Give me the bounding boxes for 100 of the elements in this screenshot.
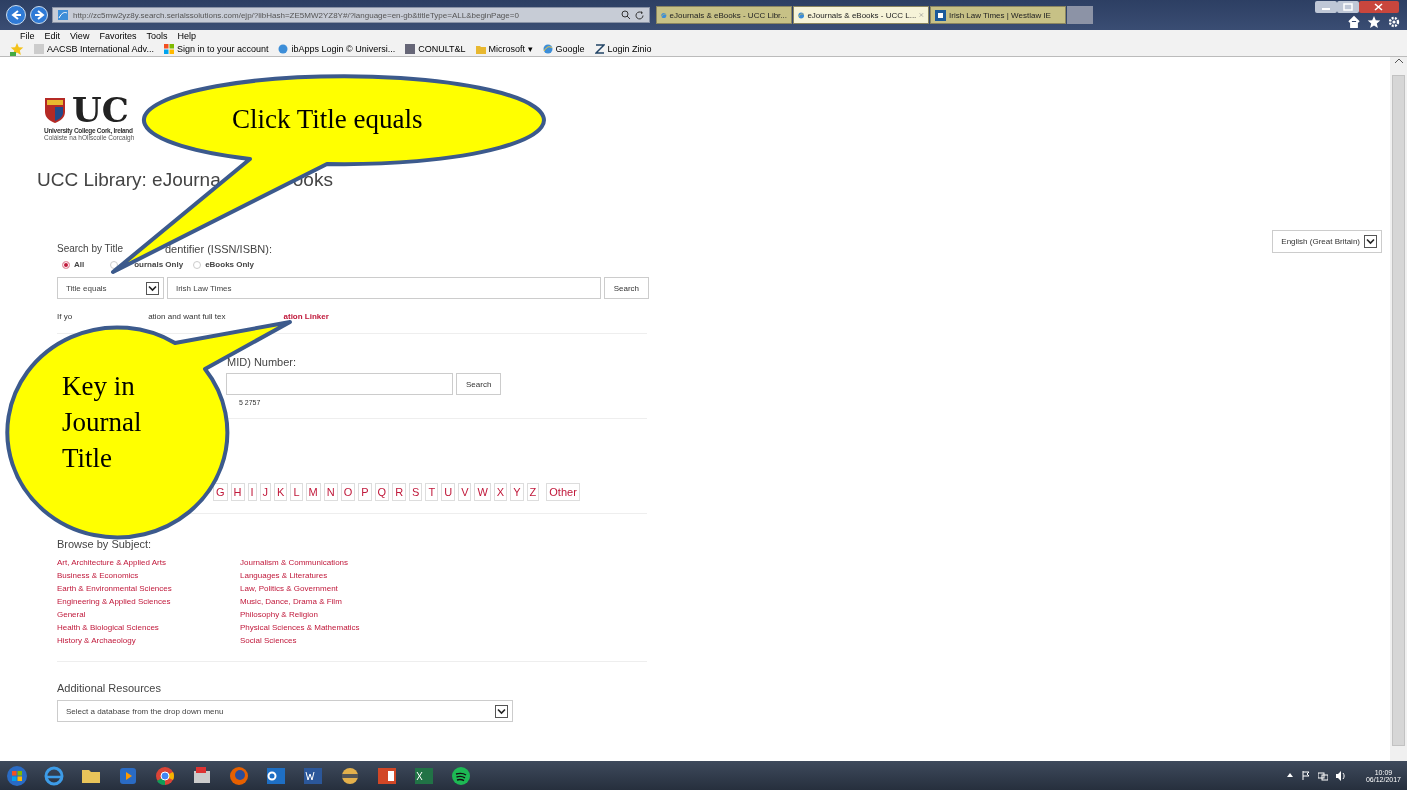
z-letter-icon (594, 44, 605, 54)
radio-option[interactable]: eBooks Only (193, 260, 255, 269)
help-text: ation and want full tex (148, 312, 226, 321)
spotify-icon[interactable] (450, 764, 472, 787)
scroll-up-icon[interactable] (1393, 57, 1404, 65)
favorites-link[interactable]: Sign in to your account (163, 44, 269, 54)
subject-link[interactable]: Health & Biological Sciences (57, 621, 183, 634)
subject-link[interactable]: Law, Politics & Government (240, 582, 440, 595)
letter-link[interactable]: X (493, 483, 508, 501)
letter-link[interactable]: Q (374, 483, 390, 501)
chrome-icon[interactable] (154, 764, 176, 787)
star-icon[interactable] (1367, 15, 1381, 29)
address-text: http://zc5mw2yz8y.search.serialssolutions.com/ejp/?libHash=ZE5MW2YZ8Y#/?language=en-gb&titleType=ALL&beginPage=0 (73, 10, 519, 20)
close-window-icon[interactable] (1359, 1, 1399, 13)
firefox-icon[interactable] (228, 764, 250, 787)
page-icon (34, 44, 44, 54)
menu-item[interactable]: Favorites (99, 31, 137, 41)
dropdown-arrow-icon[interactable] (1364, 235, 1377, 248)
letter-link[interactable]: K (274, 483, 288, 501)
radio-button[interactable] (193, 260, 202, 269)
favorites-link[interactable]: Login Zinio (594, 44, 652, 54)
speaker-icon[interactable] (1335, 770, 1345, 781)
subject-link[interactable]: Earth & Environmental Sciences (57, 582, 183, 595)
start-button[interactable] (6, 764, 28, 787)
section-heading: Browse by Subject: (57, 538, 153, 550)
network-icon[interactable] (1317, 770, 1328, 781)
search-type-select[interactable]: Title equals (57, 277, 164, 299)
subject-link[interactable]: Languages & Literatures (240, 569, 440, 582)
letter-link[interactable]: L (290, 483, 303, 501)
browser-icon[interactable] (43, 764, 65, 787)
letter-link[interactable]: Y (510, 483, 524, 501)
menu-item[interactable]: View (70, 31, 90, 41)
browser-tab[interactable]: eJournals & eBooks - UCC Libr... (656, 6, 792, 24)
address-bar[interactable]: http://zc5mw2yz8y.search.serialssolutions.com/ejp/?libHash=ZE5MW2YZ8Y#/?language=en-gb&titleType=ALL&beginPage=0 (52, 7, 650, 23)
letter-link[interactable]: I (247, 483, 257, 501)
menu-item[interactable]: Tools (146, 31, 168, 41)
browser-tab[interactable]: Irish Law Times | Westlaw IE (930, 6, 1066, 24)
subject-link[interactable]: Physical Sciences & Mathematics (240, 621, 440, 634)
letter-link[interactable]: Other (546, 483, 580, 501)
menu-item[interactable]: File (20, 31, 35, 41)
letter-link[interactable]: N (323, 483, 338, 501)
citation-linker-link[interactable]: ation Linker (283, 312, 329, 321)
letter-link[interactable]: H (230, 483, 245, 501)
favorites-link[interactable]: AACSB International Adv... (34, 44, 154, 54)
help-text: If yo (57, 312, 73, 321)
subject-link[interactable]: Music, Dance, Drama & Film (240, 595, 440, 608)
letter-link[interactable]: S (409, 483, 423, 501)
callout-text: Click Title equals (232, 103, 423, 136)
letter-link[interactable]: V (458, 483, 472, 501)
logo-text: UC (72, 95, 129, 125)
subject-link[interactable]: Philosophy & Religion (240, 608, 440, 621)
back-button[interactable] (6, 5, 26, 25)
favorites-link[interactable]: CONULT&L (405, 44, 466, 54)
subject-link[interactable]: Business & Economics (57, 569, 183, 582)
home-icon[interactable] (1347, 15, 1361, 29)
letter-link[interactable]: O (340, 483, 356, 501)
forward-button[interactable] (30, 6, 48, 24)
favorites-star-icon[interactable] (10, 42, 24, 56)
subject-link[interactable]: General (57, 608, 183, 621)
search-icon[interactable] (621, 10, 631, 20)
subject-link[interactable]: History & Archaeology (57, 634, 183, 647)
language-select[interactable]: English (Great Britain) (1272, 230, 1382, 253)
section-heading: MID) Number: (227, 356, 298, 368)
favorites-link[interactable]: Microsoft ▾ (475, 44, 533, 54)
letter-link[interactable]: Z (526, 483, 540, 501)
letter-link[interactable]: R (392, 483, 407, 501)
favorites-link[interactable]: ibApps Login © Universi... (278, 44, 396, 54)
letter-link[interactable]: G (213, 483, 228, 501)
letter-link[interactable]: M (305, 483, 321, 501)
search-button[interactable]: Search (603, 277, 649, 299)
radio-option[interactable]: All (62, 260, 85, 269)
letter-link[interactable]: W (474, 483, 491, 501)
section-heading: Search by Title (57, 243, 124, 254)
scrollbar-thumb[interactable] (1392, 75, 1405, 746)
flag-icon[interactable] (1301, 770, 1310, 781)
letter-link[interactable]: J (259, 483, 272, 501)
subject-link[interactable]: Engineering & Applied Sciences (57, 595, 183, 608)
crest-icon (44, 97, 66, 123)
search-field[interactable]: Irish Law Times (166, 277, 601, 299)
menu-item[interactable]: Help (177, 31, 196, 41)
radio-button[interactable] (62, 260, 70, 269)
refresh-icon[interactable] (635, 10, 645, 20)
menu-item[interactable]: Edit (44, 31, 61, 41)
favorites-link[interactable]: Google (542, 44, 585, 54)
settings-icon[interactable] (1387, 15, 1401, 29)
letter-link[interactable]: P (358, 483, 372, 501)
search-button[interactable]: Search (456, 373, 502, 395)
subject-link[interactable]: Social Sciences (240, 634, 440, 647)
site-logo-icon (935, 9, 946, 21)
database-select[interactable]: Select a database from the drop down menu (57, 700, 513, 722)
browser-tab[interactable]: eJournals & eBooks - UCC L... (793, 6, 929, 24)
subject-link[interactable]: Journalism & Communications (240, 556, 440, 569)
page-icon (405, 44, 416, 54)
letter-link[interactable]: T (425, 483, 439, 501)
letter-link[interactable]: U (441, 483, 456, 501)
section-heading: dentifier (ISSN/ISBN): (165, 243, 272, 255)
pmid-field[interactable] (226, 373, 453, 395)
right-arrow-icon (33, 8, 45, 22)
subject-link[interactable]: Art, Architecture & Applied Arts (57, 556, 183, 569)
globe-icon (278, 44, 289, 54)
